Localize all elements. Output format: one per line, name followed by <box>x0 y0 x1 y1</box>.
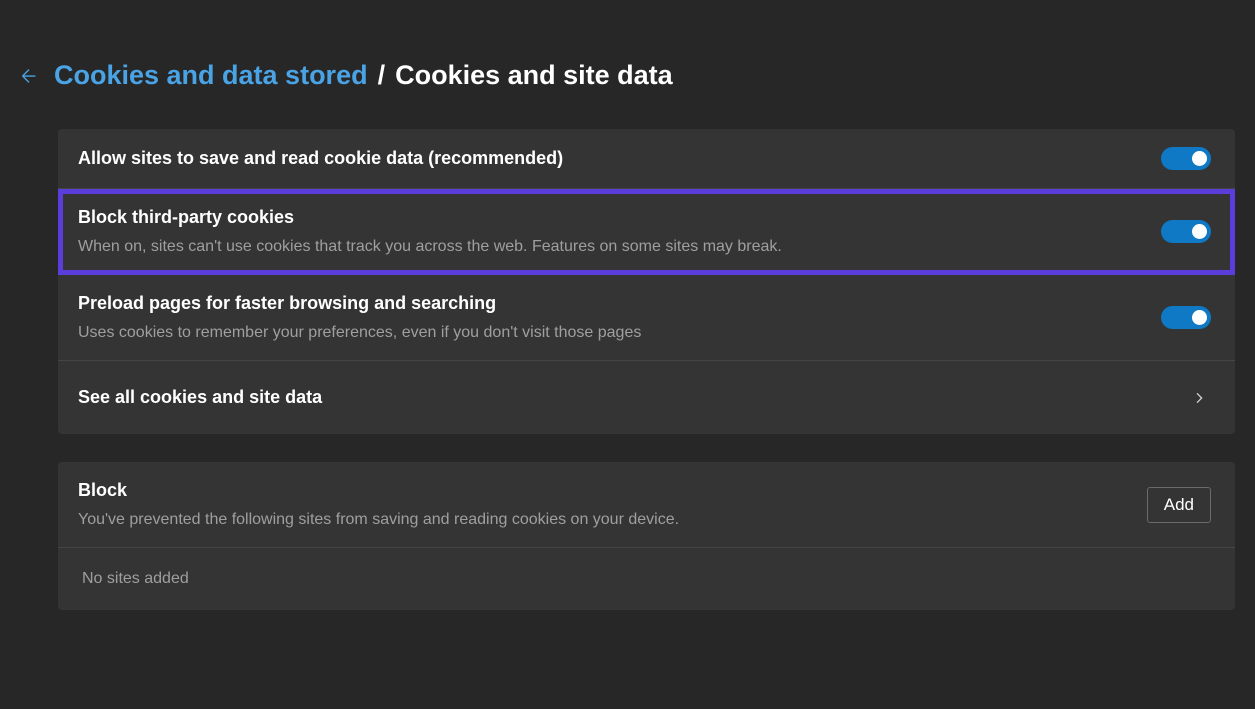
block-empty-text: No sites added <box>58 548 1235 610</box>
block-third-party-row: Block third-party cookies When on, sites… <box>58 189 1235 275</box>
preload-pages-desc: Uses cookies to remember your preference… <box>78 324 641 342</box>
block-title: Block <box>78 480 679 501</box>
breadcrumb: Cookies and data stored / Cookies and si… <box>18 60 1241 91</box>
chevron-right-icon <box>1191 390 1207 406</box>
allow-cookies-row: Allow sites to save and read cookie data… <box>58 129 1235 189</box>
add-block-button[interactable]: Add <box>1147 487 1211 523</box>
preload-pages-toggle[interactable] <box>1161 306 1211 329</box>
see-all-cookies-title: See all cookies and site data <box>78 387 322 408</box>
block-panel: Block You've prevented the following sit… <box>58 462 1235 610</box>
allow-cookies-title: Allow sites to save and read cookie data… <box>78 148 563 169</box>
breadcrumb-separator: / <box>378 60 386 91</box>
block-third-party-title: Block third-party cookies <box>78 207 782 228</box>
settings-panel: Allow sites to save and read cookie data… <box>58 129 1235 434</box>
block-third-party-toggle[interactable] <box>1161 220 1211 243</box>
preload-pages-title: Preload pages for faster browsing and se… <box>78 293 641 314</box>
see-all-cookies-row[interactable]: See all cookies and site data <box>58 361 1235 434</box>
back-arrow-icon[interactable] <box>18 65 40 87</box>
allow-cookies-toggle[interactable] <box>1161 147 1211 170</box>
block-desc: You've prevented the following sites fro… <box>78 511 679 529</box>
block-header-row: Block You've prevented the following sit… <box>58 462 1235 548</box>
preload-pages-row: Preload pages for faster browsing and se… <box>58 275 1235 361</box>
block-third-party-desc: When on, sites can't use cookies that tr… <box>78 238 782 256</box>
breadcrumb-current: Cookies and site data <box>395 60 673 91</box>
breadcrumb-parent-link[interactable]: Cookies and data stored <box>54 60 368 91</box>
